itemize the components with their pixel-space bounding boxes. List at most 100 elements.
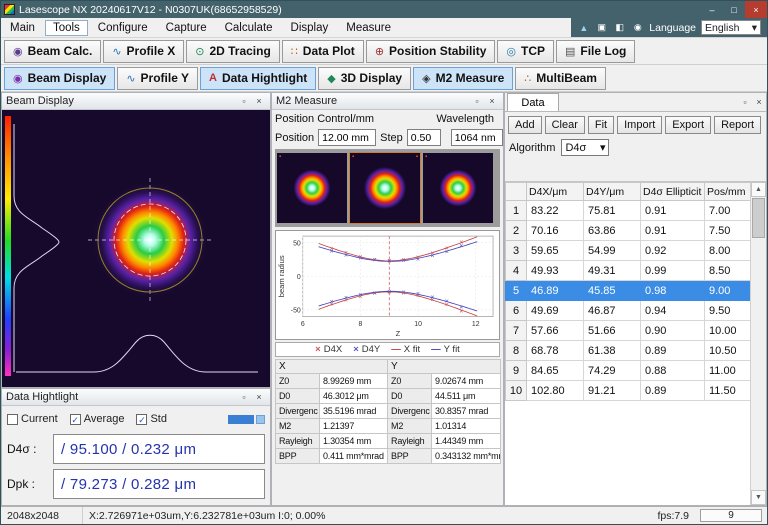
- float-icon[interactable]: ▫: [237, 96, 251, 106]
- toolbar-button-profile-x[interactable]: ∿ Profile X: [103, 40, 184, 63]
- wavelength-input[interactable]: [451, 129, 503, 146]
- checkbox-std[interactable]: ✓ Std: [136, 413, 167, 425]
- column-header[interactable]: [506, 183, 527, 201]
- toolbar-button-2d-tracing[interactable]: ⊙ 2D Tracing: [186, 40, 280, 63]
- vertical-scrollbar[interactable]: ▲ ▼: [750, 182, 766, 505]
- column-header-ellipticity[interactable]: D4σ Ellipticit: [641, 183, 705, 201]
- float-icon[interactable]: ▫: [237, 392, 251, 402]
- toolbar-button-m2-measure[interactable]: ◈ M2 Measure: [413, 67, 513, 90]
- menu-item-tools[interactable]: Tools: [45, 20, 88, 36]
- export-button[interactable]: Export: [665, 116, 711, 134]
- button-label: 2D Tracing: [209, 44, 270, 58]
- checkbox-box[interactable]: ✓: [70, 414, 81, 425]
- capture-icon[interactable]: ◧: [613, 22, 626, 33]
- language-select[interactable]: English ▾: [701, 20, 761, 35]
- fit-button[interactable]: Fit: [588, 116, 614, 134]
- table-row[interactable]: 757.6651.660.9010.00: [506, 321, 753, 341]
- close-icon[interactable]: ×: [252, 96, 266, 106]
- table-row[interactable]: 984.6574.290.8811.00: [506, 361, 753, 381]
- scrollbar-thumb[interactable]: [752, 198, 765, 238]
- toolbar-button-profile-y[interactable]: ∿ Profile Y: [117, 67, 198, 90]
- menu-item-configure[interactable]: Configure: [90, 20, 156, 36]
- beam-thumbnail-1[interactable]: ▪: [277, 153, 347, 223]
- cell-d4y: 54.99: [584, 241, 641, 261]
- toolbar-button-data-plot[interactable]: ∷ Data Plot: [282, 40, 364, 63]
- button-label: 3D Display: [341, 71, 402, 85]
- result-label: BPP: [388, 449, 432, 464]
- close-icon[interactable]: ×: [485, 96, 499, 106]
- toolbar-button-file-log[interactable]: ▤ File Log: [556, 40, 635, 63]
- toolbar-button-multibeam[interactable]: ∴ MultiBeam: [515, 67, 606, 90]
- caustic-chart[interactable]: -50050681012××××××××××××××××××××××××××××…: [275, 230, 500, 340]
- toolbar-button-beam-display[interactable]: ◉ Beam Display: [4, 67, 115, 90]
- table-row[interactable]: 649.6946.870.949.50: [506, 301, 753, 321]
- toolbar-button-3d-display[interactable]: ◆ 3D Display: [318, 67, 411, 90]
- table-row[interactable]: 359.6554.990.928.00: [506, 241, 753, 261]
- import-button[interactable]: Import: [617, 116, 662, 134]
- toolbar-button-position-stability[interactable]: ⊕ Position Stability: [366, 40, 496, 63]
- checkbox-current[interactable]: Current: [7, 413, 58, 425]
- row-number: 5: [506, 281, 527, 301]
- column-header-d4x[interactable]: D4X/μm: [527, 183, 584, 201]
- column-header-d4y[interactable]: D4Y/μm: [584, 183, 641, 201]
- tab-data[interactable]: Data: [507, 93, 559, 111]
- step-input[interactable]: [407, 129, 441, 146]
- close-icon[interactable]: ×: [252, 392, 266, 402]
- slider-handle[interactable]: [256, 415, 265, 424]
- toolbar-button-tcp[interactable]: ◎ TCP: [497, 40, 554, 63]
- checkbox-average[interactable]: ✓ Average: [70, 413, 125, 425]
- font-size-slider[interactable]: [228, 415, 265, 424]
- add-button[interactable]: Add: [508, 116, 542, 134]
- close-button[interactable]: ×: [745, 1, 767, 18]
- cell-d4x: 84.65: [527, 361, 584, 381]
- position-input[interactable]: [318, 129, 376, 146]
- maximize-button[interactable]: □: [723, 1, 745, 18]
- menu-item-display[interactable]: Display: [283, 20, 337, 36]
- scroll-up-icon[interactable]: ▲: [751, 182, 766, 197]
- beam-calc-icon: ◉: [13, 45, 23, 58]
- row-number: 8: [506, 341, 527, 361]
- table-row[interactable]: 868.7861.380.8910.50: [506, 341, 753, 361]
- row-number: 9: [506, 361, 527, 381]
- report-button[interactable]: Report: [714, 116, 761, 134]
- svg-text:×: ×: [330, 299, 334, 306]
- clear-button[interactable]: Clear: [545, 116, 585, 134]
- cell-ellipticity: 0.88: [641, 361, 705, 381]
- cell-ellipticity: 0.89: [641, 341, 705, 361]
- beam-thumbnail-3[interactable]: ▪: [423, 153, 493, 223]
- checkbox-box[interactable]: [7, 414, 18, 425]
- tab-bar: Data ▫ ×: [505, 93, 766, 112]
- column-header-pos[interactable]: Pos/mm: [705, 183, 753, 201]
- cell-ellipticity: 0.99: [641, 261, 705, 281]
- table-row[interactable]: 449.9349.310.998.50: [506, 261, 753, 281]
- close-icon[interactable]: ×: [752, 97, 766, 107]
- table-row[interactable]: 270.1663.860.917.50: [506, 221, 753, 241]
- panel-title: M2 Measure: [276, 95, 337, 107]
- menu-item-capture[interactable]: Capture: [158, 20, 215, 36]
- toolbar-button-beam-calc[interactable]: ◉ Beam Calc.: [4, 40, 101, 63]
- cell-ellipticity: 0.89: [641, 381, 705, 401]
- beam-thumbnail-2-selected[interactable]: ▪▪: [350, 153, 420, 223]
- svg-text:×: ×: [373, 290, 377, 297]
- table-row[interactable]: 10102.8091.210.8911.50: [506, 381, 753, 401]
- checkbox-box[interactable]: ✓: [136, 414, 147, 425]
- toolbar-button-data-highlight[interactable]: A Data Hightlight: [200, 67, 316, 90]
- table-row[interactable]: 546.8945.850.989.00: [506, 281, 753, 301]
- data-panel: Data ▫ × Add Clear Fit Import Export Rep…: [504, 92, 767, 506]
- menu-item-measure[interactable]: Measure: [338, 20, 399, 36]
- lock-icon[interactable]: ▣: [595, 22, 608, 33]
- sound-icon[interactable]: ◉: [631, 22, 644, 33]
- button-label: Profile Y: [141, 71, 189, 85]
- beam-image[interactable]: [2, 110, 270, 387]
- float-icon[interactable]: ▫: [738, 97, 752, 107]
- table-header-row: D4X/μm D4Y/μm D4σ Ellipticit Pos/mm: [506, 183, 753, 201]
- m2-results-table: X Y Z08.99269 mm Z09.02674 mm D046.3012 …: [275, 359, 501, 464]
- scroll-down-icon[interactable]: ▼: [751, 490, 766, 505]
- menu-item-main[interactable]: Main: [2, 20, 43, 36]
- minimize-button[interactable]: –: [701, 1, 723, 18]
- panel-arrow-icon[interactable]: ▲: [577, 23, 590, 33]
- float-icon[interactable]: ▫: [470, 96, 484, 106]
- menu-item-calculate[interactable]: Calculate: [217, 20, 281, 36]
- algorithm-select[interactable]: D4σ ▾: [561, 139, 609, 156]
- table-row[interactable]: 183.2275.810.917.00: [506, 201, 753, 221]
